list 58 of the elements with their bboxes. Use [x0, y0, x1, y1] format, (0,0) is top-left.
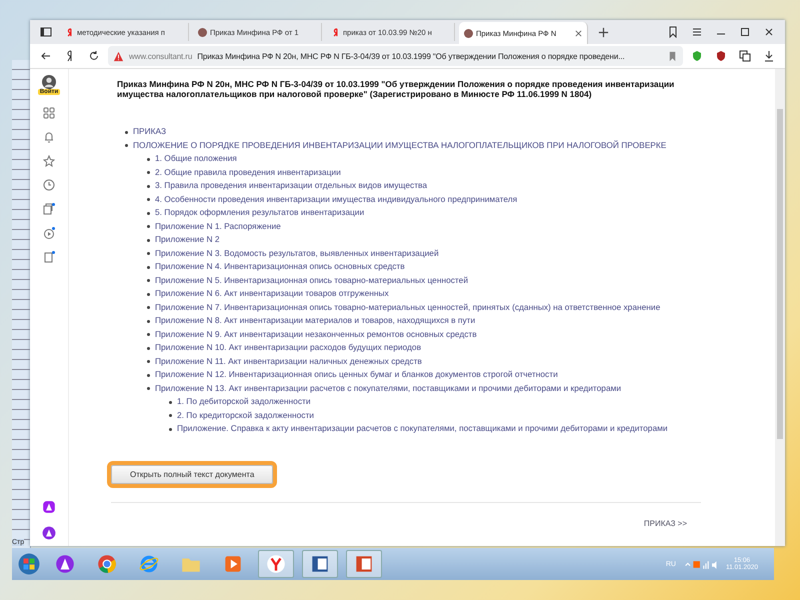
yandex-browser-icon[interactable]	[258, 550, 294, 578]
close-tab-icon[interactable]	[575, 30, 582, 36]
toc-link[interactable]: Приложение N 10. Акт инвентаризации расходов будущих периодов	[155, 342, 422, 352]
assistant-icon[interactable]	[42, 500, 56, 514]
warning-icon	[113, 50, 124, 62]
search-engine-logo-icon	[331, 28, 340, 36]
address-bar[interactable]: www.consultant.ru Приказ Минфина РФ N 20н, МНС РФ N ГБ-3-04/39 от 10.03.1999 "Об утверждении Положения о порядке проведени...	[108, 46, 683, 66]
toc-link[interactable]: Приложение N 12. Инвентаризационная опись ценных бумаг и бланков документов строгой отчетности	[155, 369, 558, 380]
toc-link[interactable]: Приложение N 3. Водомость результатов, выявленных инвентаризацией	[155, 248, 439, 258]
download-icon[interactable]	[763, 50, 775, 62]
toc-link[interactable]: Приложение N 9. Акт инвентаризации незаконченных ремонтов основных средств	[155, 328, 477, 339]
toc-link[interactable]: Приложение N 4. Инвентаризационная опись основных средств	[155, 261, 405, 272]
clock-icon[interactable]	[43, 179, 55, 191]
assistant-icon[interactable]	[42, 526, 56, 540]
toc-link[interactable]: 4. Особенности проведения инвентаризации имущества индивидуального предпринимателя	[155, 194, 518, 204]
bookmark-icon[interactable]	[667, 26, 679, 38]
menu-icon[interactable]	[691, 26, 703, 38]
play-icon[interactable]	[43, 227, 55, 239]
word-icon[interactable]	[302, 550, 338, 578]
toc-link[interactable]: Приложение N 5. Инвентаризационная опись товарно-материальных ценностей	[155, 274, 468, 285]
maximize-icon[interactable]	[739, 26, 751, 38]
close-icon[interactable]	[763, 26, 775, 38]
user-avatar-icon[interactable]	[42, 75, 56, 89]
search-engine-logo-icon	[65, 28, 74, 36]
back-arrow-icon[interactable]	[40, 50, 52, 62]
toc-link[interactable]: Приложение N 8. Акт инвентаризации материалов и товаров, находящихся в пути	[155, 315, 476, 326]
toc-link[interactable]: ПОЛОЖЕНИЕ О ПОРЯДКЕ ПРОВЕДЕНИЯ ИНВЕНТАРИЗАЦИИ ИМУЩЕСТВА НАЛОГОПЛАТЕЛЬЩИКОВ ПРИ НАЛОГОВОЙ ПРОВЕРКЕ	[133, 140, 666, 150]
toc-link[interactable]: Приложение N 1. Распоряжение	[155, 220, 281, 231]
toc-link[interactable]: ПРИКАЗ	[133, 126, 166, 136]
bookmark-flag-icon[interactable]	[667, 50, 678, 62]
shield-icon[interactable]	[691, 50, 703, 62]
tabs-panel-icon[interactable]	[40, 26, 52, 38]
toc-link[interactable]: 1. По дебиторской задолженности	[177, 396, 311, 406]
toc-link[interactable]: 1. Общие положения	[155, 153, 237, 164]
toc-link[interactable]: Приложение N 7. Инвентаризационная опись товарно-материальных ценностей, принятых (сданных) на ответственное хранение	[155, 302, 660, 312]
next-section-link[interactable]: ПРИКАЗ >>	[644, 518, 687, 528]
start-button[interactable]	[18, 553, 40, 575]
document-title: Приказ Минфина РФ N 20н, МНС РФ N ГБ-3-04/39 от 10.03.1999 "Об утверждении Положения о порядке проведения инвентаризации имущества налогоплательщиков при налоговой проверке" (Зарегистрировано в Минюсте РФ 11.06.1999 N 1804)	[117, 79, 676, 100]
grid-icon[interactable]	[43, 107, 55, 119]
powerpoint-icon[interactable]	[346, 550, 382, 578]
site-favicon-icon	[198, 28, 207, 36]
toc-link[interactable]: 2. Общие правила проведения инвентаризации	[155, 166, 341, 177]
new-tab-button[interactable]	[598, 26, 609, 38]
toc-link[interactable]: Приложение N 13. Акт инвентаризации расчетов с покупателями, поставщиками и прочими дебиторами и кредиторами	[155, 382, 622, 393]
toc-link[interactable]: 5. Порядок оформления результатов инвентаризации	[155, 207, 364, 218]
tray-icons[interactable]	[684, 558, 718, 570]
documents-icon[interactable]	[43, 203, 55, 215]
toc-link[interactable]: 2. По кредиторской задолженности	[177, 410, 314, 420]
toc-link[interactable]: Приложение N 11. Акт инвентаризации наличных денежных средств	[155, 356, 422, 366]
reload-icon[interactable]	[88, 50, 100, 62]
toc-link[interactable]: 3. Правила проведения инвентаризации отдельных видов имущества	[155, 180, 428, 190]
bell-icon[interactable]	[43, 131, 55, 143]
star-icon[interactable]	[43, 155, 55, 167]
site-favicon-icon	[464, 28, 473, 38]
toc-link[interactable]: Приложение. Справка к акту инвентаризации расчетов с покупателями, поставщиками и прочими дебиторами и кредиторами	[177, 423, 668, 434]
toc-link[interactable]: Приложение N 2	[155, 234, 220, 244]
toc-link[interactable]: Приложение N 6. Акт инвентаризации товаров отгруженных	[155, 288, 389, 298]
scrollbar[interactable]	[775, 69, 785, 546]
